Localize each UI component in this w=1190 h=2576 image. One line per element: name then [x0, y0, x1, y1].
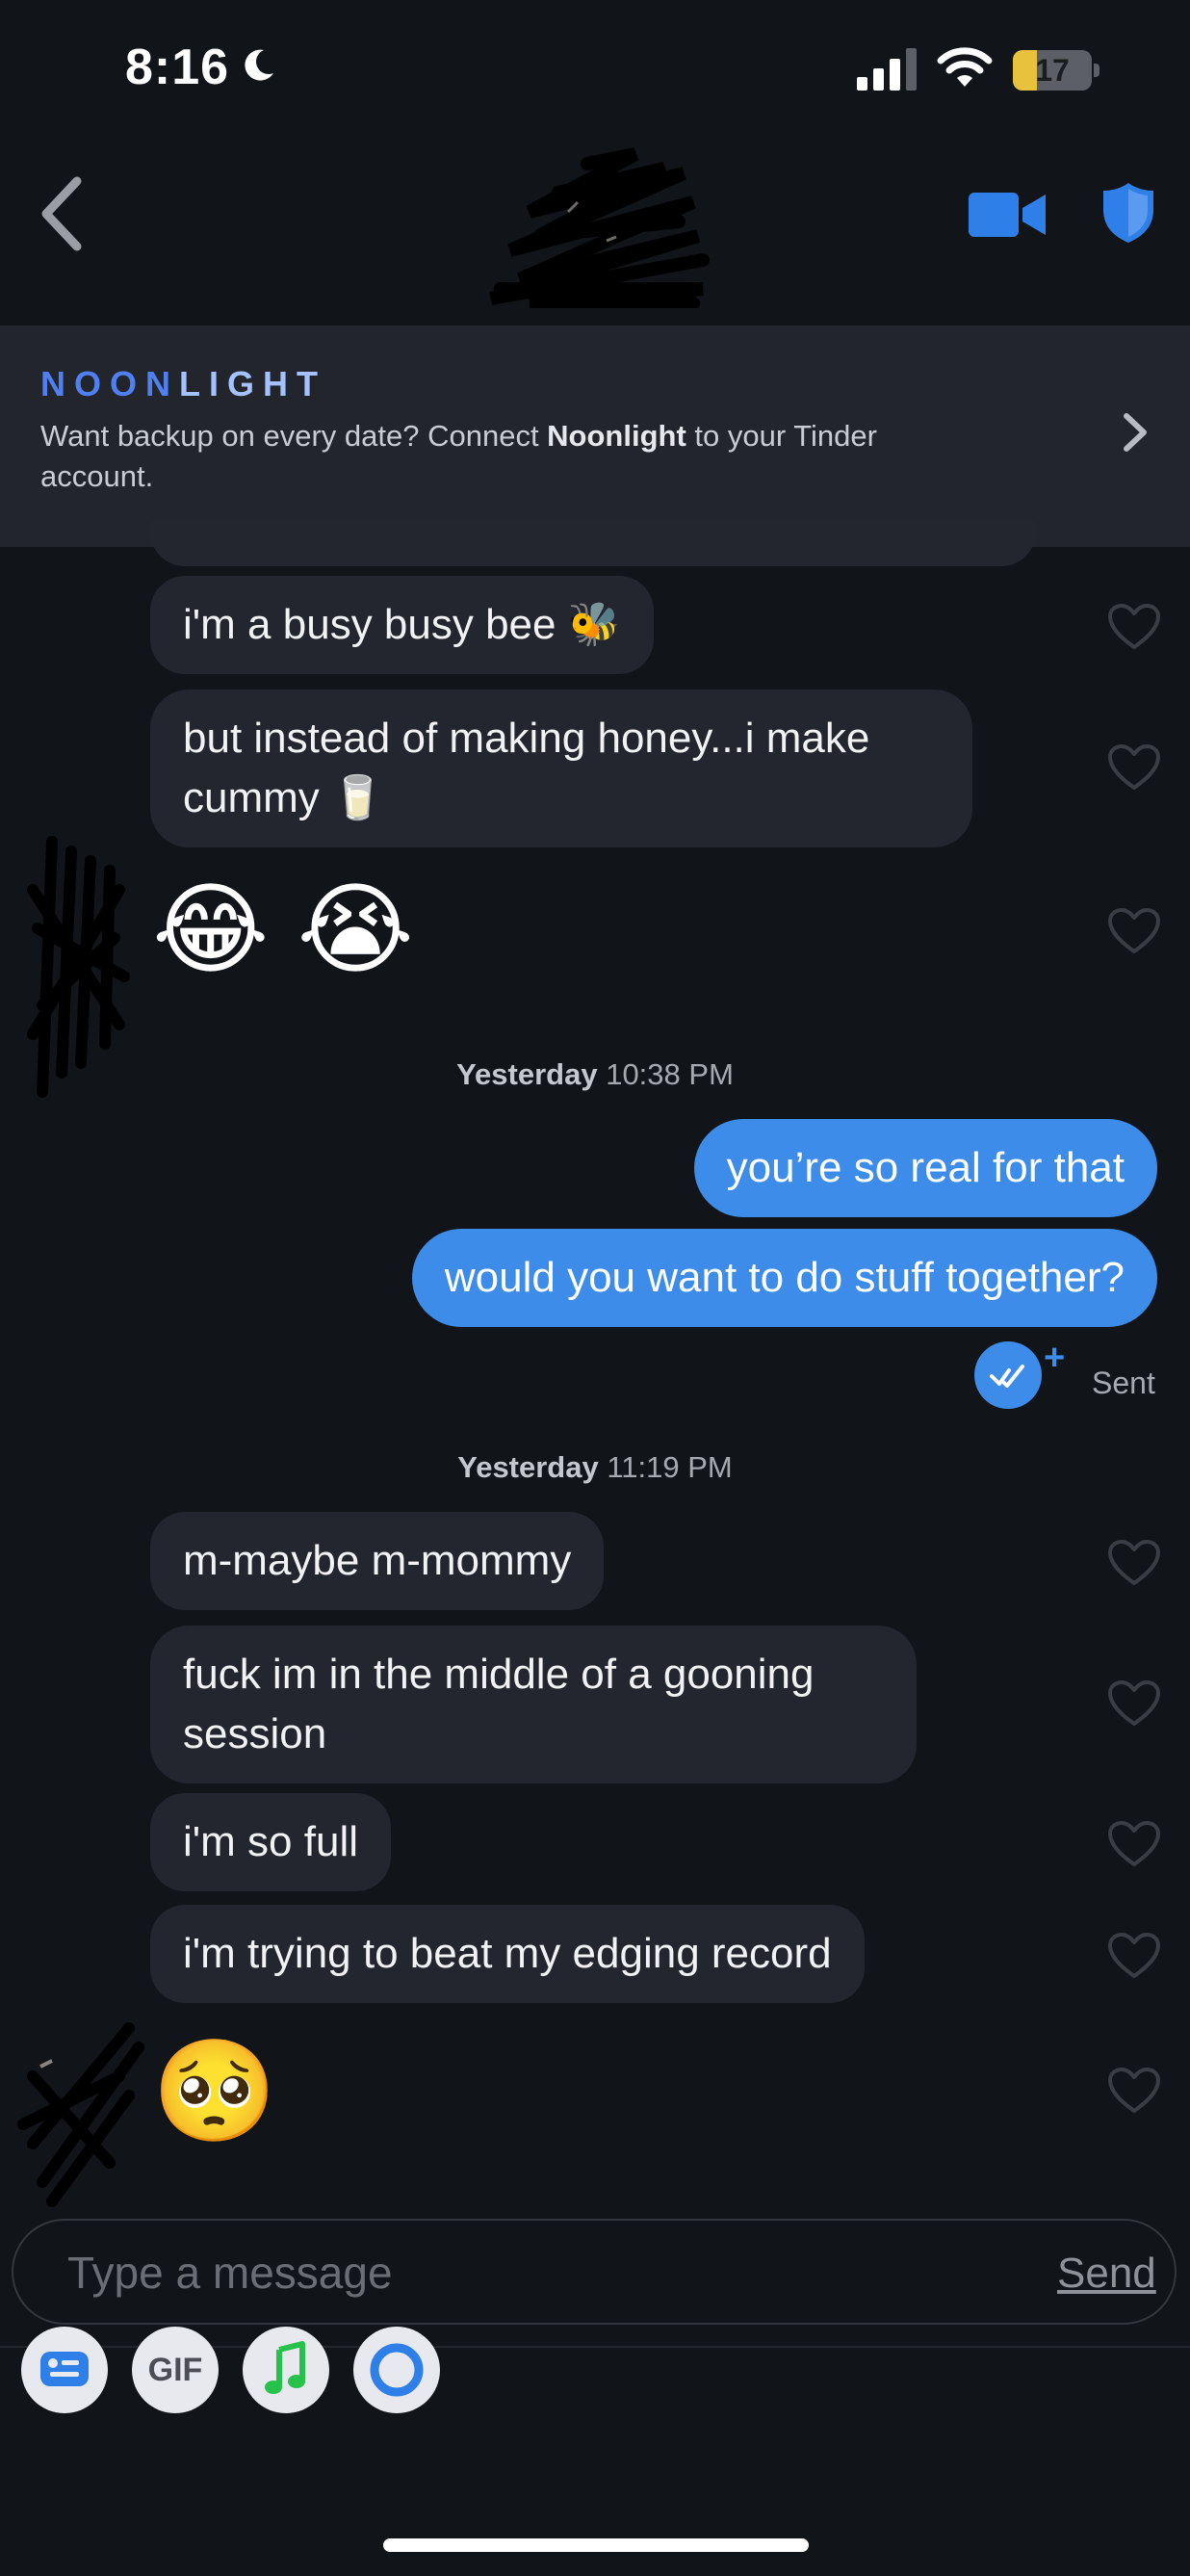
banner-message: Want backup on every date? Connect Noonl… — [40, 416, 907, 497]
noonlight-logo: NOONLIGHT — [40, 364, 326, 404]
heart-icon[interactable] — [1107, 907, 1161, 955]
circle-button[interactable] — [353, 2327, 440, 2413]
wifi-icon — [937, 47, 993, 87]
previous-message-bubble — [150, 520, 1036, 566]
chevron-right-icon — [1124, 413, 1147, 452]
status-time: 8:16 — [125, 39, 230, 95]
noonlight-logo-part2: LIGHT — [179, 364, 326, 403]
safety-shield-icon[interactable] — [1101, 181, 1155, 245]
heart-icon[interactable] — [1107, 2067, 1161, 2115]
message-received[interactable]: but instead of making honey...i make cum… — [150, 690, 972, 847]
message-received[interactable]: m-maybe m-mommy — [150, 1512, 605, 1610]
sticker-card-button[interactable] — [21, 2327, 108, 2413]
noonlight-logo-part1: NOON — [40, 364, 179, 403]
heart-icon[interactable] — [1107, 1932, 1161, 1980]
read-receipt-icon — [974, 1341, 1042, 1409]
message-input[interactable] — [67, 2244, 972, 2302]
home-indicator — [383, 2538, 809, 2552]
message-sent[interactable]: would you want to do stuff together? — [411, 1229, 1157, 1327]
redacted-sender-avatar[interactable] — [13, 2018, 144, 2211]
message-timestamp: Yesterday 10:38 PM — [0, 1057, 1190, 1092]
send-button[interactable]: Send — [1057, 2250, 1156, 2298]
message-composer: Send — [12, 2219, 1177, 2325]
redacted-profile-avatar[interactable] — [472, 144, 722, 308]
sent-status: Sent — [1092, 1366, 1155, 1400]
noonlight-banner[interactable]: NOONLIGHT Want backup on every date? Con… — [0, 325, 1190, 547]
circle-icon — [370, 2343, 424, 2397]
plus-icon: + — [1044, 1338, 1066, 1378]
timestamp-day: Yesterday — [456, 1057, 598, 1091]
heart-icon[interactable] — [1107, 1539, 1161, 1587]
message-timestamp: Yesterday 11:19 PM — [0, 1450, 1190, 1485]
cellular-signal-icon — [857, 48, 917, 91]
message-line: cummy 🥛 — [183, 774, 384, 821]
video-call-icon[interactable] — [969, 189, 1046, 241]
message-received-emoji[interactable]: 🥺 — [152, 2034, 277, 2149]
message-received[interactable]: fuck im in the middle of a gooning sessi… — [150, 1626, 917, 1783]
message-line: but instead of making honey...i make — [183, 715, 870, 762]
timestamp-day: Yesterday — [457, 1450, 599, 1484]
message-received[interactable]: i'm a busy busy bee 🐝 — [150, 576, 654, 674]
banner-text-bold: Noonlight — [547, 419, 686, 453]
message-received-emoji[interactable]: 😂 😭 — [152, 872, 414, 988]
banner-text-start: Want backup on every date? Connect — [40, 419, 548, 453]
timestamp-time: 10:38 PM — [606, 1057, 734, 1091]
battery-icon: 17 — [1013, 50, 1099, 91]
status-bar: 8:16 17 — [0, 0, 1190, 144]
gif-button[interactable]: GIF — [132, 2327, 219, 2413]
chat-header — [0, 144, 1190, 325]
battery-level: 17 — [1035, 53, 1070, 88]
music-icon — [265, 2341, 305, 2394]
heart-icon[interactable] — [1107, 1679, 1161, 1728]
heart-icon[interactable] — [1107, 1820, 1161, 1868]
timestamp-time: 11:19 PM — [607, 1450, 733, 1484]
back-chevron-icon[interactable] — [35, 173, 89, 254]
sticker-card-icon — [40, 2352, 89, 2386]
gif-icon: GIF — [147, 2352, 203, 2388]
message-line: session — [183, 1710, 327, 1757]
message-sent[interactable]: you’re so real for that — [693, 1119, 1157, 1217]
heart-icon[interactable] — [1107, 743, 1161, 792]
message-line: fuck im in the middle of a gooning — [183, 1651, 815, 1698]
message-received[interactable]: i'm trying to beat my edging record — [150, 1905, 865, 2003]
message-received[interactable]: i'm so full — [150, 1793, 391, 1891]
moon-icon — [245, 49, 273, 81]
music-button[interactable] — [243, 2327, 329, 2413]
heart-icon[interactable] — [1107, 603, 1161, 651]
